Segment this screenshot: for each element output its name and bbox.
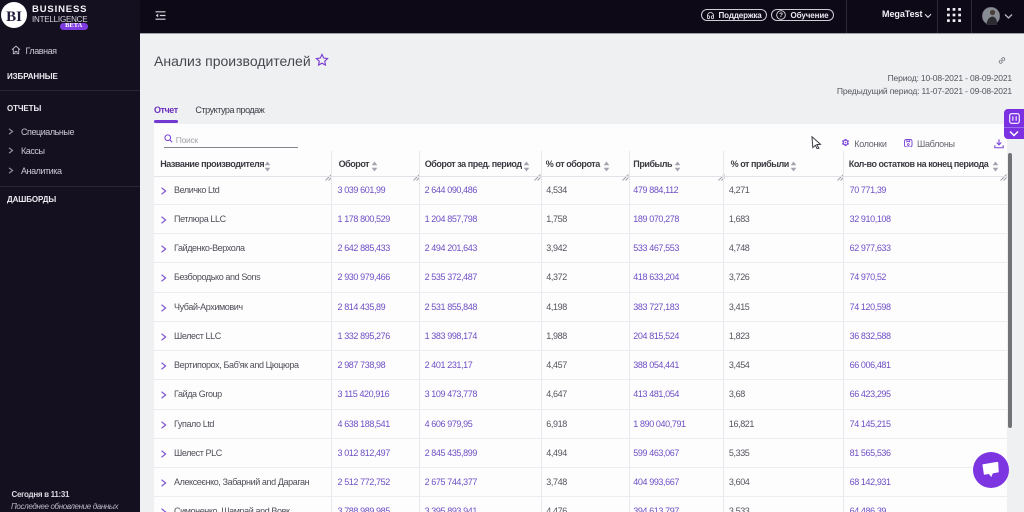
svg-text:?: ? bbox=[780, 12, 784, 19]
svg-text:BI: BI bbox=[6, 9, 22, 25]
